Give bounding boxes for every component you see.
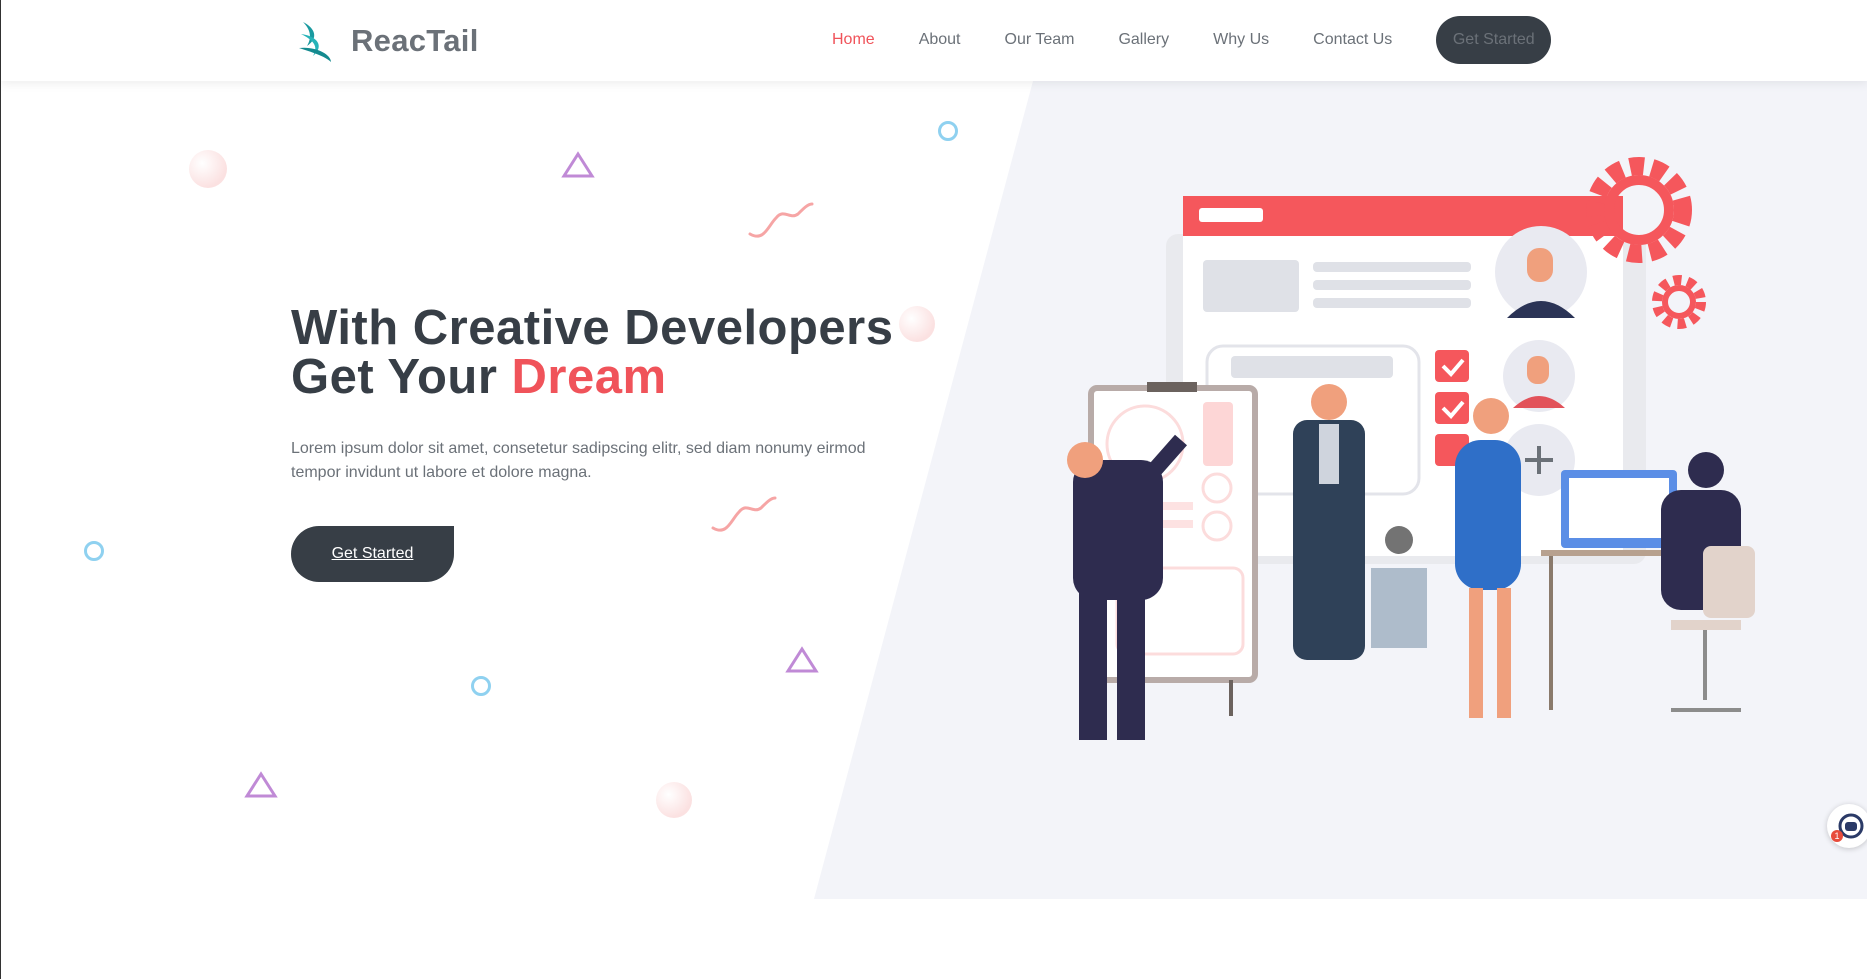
hero-headline-line2: Get Your [291, 350, 512, 404]
hero-headline: With Creative Developers Get Your Dream [291, 304, 894, 402]
chat-notification-badge: 1 [1831, 830, 1843, 842]
nav-gallery[interactable]: Gallery [1118, 16, 1169, 64]
nav-contact-us[interactable]: Contact Us [1313, 16, 1392, 64]
decor-triangle [785, 646, 819, 673]
nav-why-us[interactable]: Why Us [1213, 16, 1269, 64]
nav-home[interactable]: Home [832, 16, 875, 64]
chat-support-icon [1838, 813, 1864, 839]
hero-headline-accent: Dream [511, 350, 667, 404]
site-header: ReacTail Home About Our Team Gallery Why… [1, 0, 1867, 81]
brand-name: ReacTail [351, 23, 479, 58]
decor-triangle [561, 151, 595, 178]
decor-soft-circle [656, 782, 692, 818]
header-get-started-button[interactable]: Get Started [1436, 16, 1552, 64]
nav-about[interactable]: About [919, 16, 961, 64]
decor-ring [471, 676, 491, 696]
reactail-logo-icon [299, 22, 331, 62]
decor-soft-circle [899, 306, 935, 342]
hero-lead-text: Lorem ipsum dolor sit amet, consetetur s… [291, 440, 866, 481]
nav-our-team[interactable]: Our Team [1005, 16, 1075, 64]
hero-get-started-button[interactable]: Get Started [291, 526, 454, 582]
chat-support-button[interactable]: 1 [1827, 804, 1867, 848]
main-nav: Home About Our Team Gallery Why Us Conta… [832, 16, 1595, 64]
brand-logo[interactable]: ReacTail [297, 18, 479, 64]
hero-headline-line1: With Creative Developers [291, 301, 894, 355]
decor-triangle [244, 771, 278, 798]
decor-squiggle [711, 496, 777, 532]
team-illustration [1067, 157, 1755, 740]
decor-squiggle [748, 202, 814, 238]
decor-soft-circle [189, 150, 227, 188]
decor-ring [938, 121, 958, 141]
decor-ring [84, 541, 104, 561]
